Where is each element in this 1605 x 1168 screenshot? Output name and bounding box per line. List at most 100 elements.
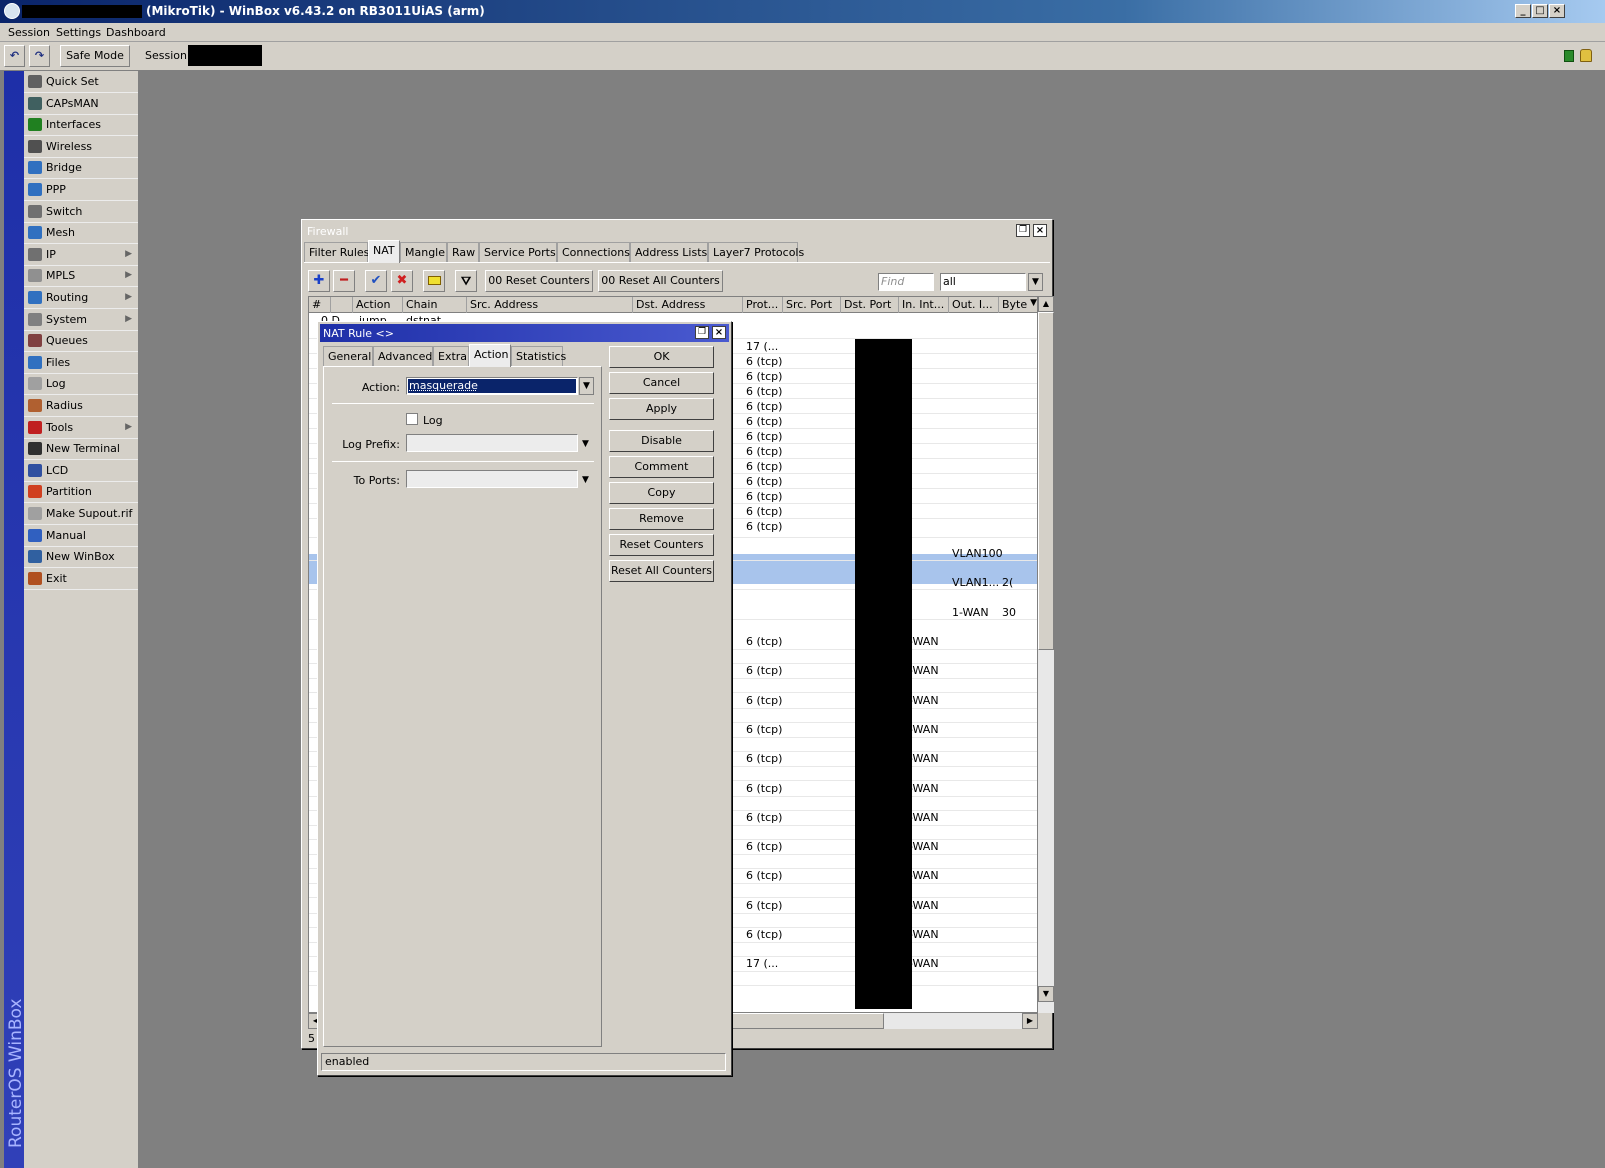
disable-button[interactable]: ✖ [391,270,413,292]
sidebar-item-tools[interactable]: Tools ▶ [24,417,138,439]
column-header[interactable]: Action [353,297,403,313]
firewall-titlebar[interactable]: Firewall ❐ × [304,222,1050,240]
sidebar-item-queues[interactable]: Queues [24,330,138,353]
sidebar-item-new-terminal[interactable]: New Terminal [24,438,138,461]
reset-counters-button[interactable]: Reset Counters [609,534,714,556]
safe-mode-button[interactable]: Safe Mode [60,45,130,67]
add-button[interactable]: ✚ [308,270,330,292]
sidebar-item-interfaces[interactable]: Interfaces [24,114,138,137]
undo-button[interactable]: ↶ [4,45,25,67]
tab-raw[interactable]: Raw [447,242,479,262]
column-header[interactable] [331,297,353,313]
filter-dropdown-icon[interactable]: ▼ [1028,273,1043,291]
nat-tab-action[interactable]: Action [469,344,511,367]
action-dropdown-icon[interactable]: ▼ [579,377,594,395]
maximize-icon[interactable]: □ [1532,4,1548,18]
tab-address-lists[interactable]: Address Lists [630,242,708,262]
scroll-thumb[interactable] [1038,312,1054,650]
sidebar-item-radius[interactable]: Radius [24,395,138,417]
sidebar-item-switch[interactable]: Switch [24,201,138,223]
undo-icon: ↶ [9,49,20,62]
sidebar-item-mesh[interactable]: Mesh [24,222,138,245]
to-ports-dropdown-icon[interactable]: ▼ [582,475,589,485]
log-checkbox[interactable] [406,413,418,425]
tab-filter-rules[interactable]: Filter Rules [304,242,369,262]
redo-button[interactable]: ↷ [29,45,50,67]
remove-button[interactable]: ━ [333,270,355,292]
sidebar-item-quick-set[interactable]: Quick Set [24,71,138,93]
ok-button[interactable]: OK [609,346,714,368]
scroll-right-icon[interactable]: ▶ [1022,1013,1038,1029]
cancel-button[interactable]: Cancel [609,372,714,394]
reset-counters-button[interactable]: 00 Reset Counters [485,270,593,292]
sidebar-item-log[interactable]: Log [24,373,138,396]
disable-button[interactable]: Disable [609,430,714,452]
column-header[interactable]: Dst. Address [633,297,743,313]
nat-tab-general[interactable]: General [323,346,373,366]
find-input[interactable]: Find [878,273,934,291]
reset-all-counters-button[interactable]: Reset All Counters [609,560,714,582]
sidebar-item-bridge[interactable]: Bridge [24,157,138,180]
restore-icon[interactable]: ❐ [1016,224,1030,237]
column-header[interactable]: Prot... [743,297,783,313]
log-prefix-dropdown-icon[interactable]: ▼ [582,439,589,449]
sidebar-item-ppp[interactable]: PPP [24,179,138,201]
tab-service-ports[interactable]: Service Ports [479,242,557,262]
columns-menu-icon[interactable]: ▼ [1030,298,1037,308]
sidebar-item-ip[interactable]: IP ▶ [24,244,138,266]
app-titlebar[interactable]: (MikroTik) - WinBox v6.43.2 on RB3011UiA… [0,0,1605,23]
sidebar-item-lcd[interactable]: LCD [24,460,138,482]
sidebar-item-system[interactable]: System ▶ [24,309,138,331]
apply-button[interactable]: Apply [609,398,714,420]
sidebar-item-wireless[interactable]: Wireless [24,136,138,158]
remove-button[interactable]: Remove [609,508,714,530]
sidebar-item-make-supout-rif[interactable]: Make Supout.rif [24,503,138,525]
column-header[interactable]: Dst. Port [841,297,899,313]
tab-layer7-protocols[interactable]: Layer7 Protocols [708,242,804,262]
sidebar-item-routing[interactable]: Routing ▶ [24,287,138,309]
scroll-up-icon[interactable]: ▲ [1038,296,1054,312]
scroll-down-icon[interactable]: ▼ [1038,986,1054,1002]
firewall-close-icon[interactable]: × [1033,224,1047,237]
nat-tab-extra[interactable]: Extra [433,346,469,366]
to-ports-input[interactable] [406,470,578,488]
comment-button[interactable] [423,270,445,292]
enable-button[interactable]: ✔ [365,270,387,292]
column-header[interactable]: Src. Address [467,297,633,313]
sidebar-item-new-winbox[interactable]: New WinBox [24,546,138,569]
nat-tab-advanced[interactable]: Advanced [373,346,433,366]
filter-select[interactable]: all [940,273,1026,291]
sidebar-item-exit[interactable]: Exit [24,568,138,590]
action-select[interactable]: masquerade [406,377,578,395]
session-field-redacted[interactable] [188,45,262,66]
column-header[interactable]: Out. I... [949,297,999,313]
sidebar-item-partition[interactable]: Partition [24,481,138,504]
column-header[interactable]: Src. Port [783,297,841,313]
tab-mangle[interactable]: Mangle [400,242,447,262]
column-header[interactable]: In. Int... [899,297,949,313]
sidebar-item-manual[interactable]: Manual [24,525,138,547]
column-header[interactable]: Chain [403,297,467,313]
dialog-close-icon[interactable]: × [712,326,726,339]
log-prefix-input[interactable] [406,434,578,452]
filter-button[interactable]: ⛛ [455,270,477,292]
sidebar-item-mpls[interactable]: MPLS ▶ [24,265,138,288]
menu-settings[interactable]: Settings [56,26,101,39]
tab-connections[interactable]: Connections [557,242,630,262]
vertical-scrollbar[interactable]: ▲ ▼ [1038,296,1054,1013]
dialog-restore-icon[interactable]: ❐ [695,326,709,339]
nat-rule-titlebar[interactable]: NAT Rule <> ❐ × [320,324,729,342]
menu-session[interactable]: Session [8,26,50,39]
tab-nat[interactable]: NAT [368,240,400,263]
sidebar-item-files[interactable]: Files [24,352,138,374]
reset-all-counters-button[interactable]: 00 Reset All Counters [598,270,723,292]
comment-button[interactable]: Comment [609,456,714,478]
menu-dashboard[interactable]: Dashboard [106,26,166,39]
nat-tab-statistics[interactable]: Statistics [511,346,566,366]
minimize-icon[interactable]: _ [1515,4,1531,18]
column-header[interactable]: # [309,297,331,313]
close-icon[interactable]: × [1549,4,1565,18]
copy-button[interactable]: Copy [609,482,714,504]
nat-rule-dialog[interactable]: NAT Rule <> ❐ × General Advanced Extra Acti… [317,321,732,1076]
sidebar-item-capsman[interactable]: CAPsMAN [24,93,138,115]
